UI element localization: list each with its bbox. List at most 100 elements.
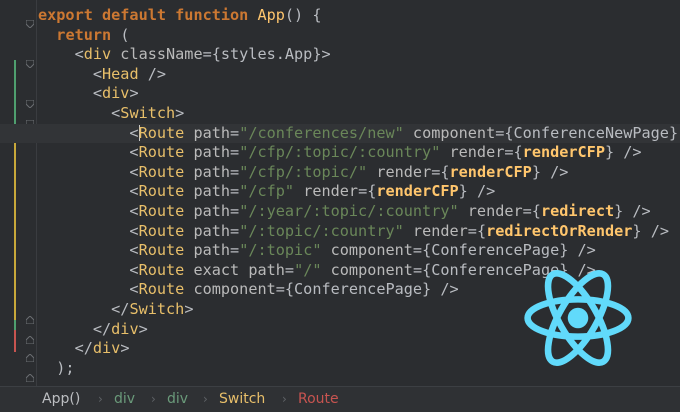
- breadcrumb-item[interactable]: Switch: [219, 387, 265, 412]
- code-token: path: [184, 221, 231, 240]
- code-token: Route: [138, 182, 185, 201]
- code-token: <: [38, 260, 139, 279]
- code-token: </: [38, 339, 93, 358]
- vcs-deleted-marker[interactable]: [14, 330, 16, 352]
- code-token: Route: [138, 143, 185, 162]
- code-line[interactable]: <div className={styles.App}>: [38, 45, 680, 65]
- code-token: path: [184, 182, 231, 201]
- code-token: path: [184, 241, 231, 260]
- code-line[interactable]: export default function App() {: [38, 6, 680, 26]
- code-line[interactable]: <Route path="/cfp" render={renderCFP} />: [38, 182, 680, 202]
- code-token: renderCFP: [449, 162, 532, 181]
- code-token: (: [111, 25, 130, 44]
- code-token: div: [102, 84, 130, 103]
- code-token: Route: [138, 162, 185, 181]
- code-token: "/:topic": [239, 241, 322, 260]
- code-token: <: [38, 45, 84, 64]
- code-token: =: [230, 221, 240, 240]
- code-token: Route: [138, 241, 185, 260]
- code-line[interactable]: <Switch>: [38, 104, 680, 124]
- fold-end-icon[interactable]: [26, 316, 34, 324]
- code-token: ={: [467, 221, 487, 240]
- fold-arrow-icon[interactable]: [26, 60, 34, 68]
- code-token: <: [38, 103, 121, 122]
- fold-end-icon[interactable]: [26, 336, 34, 344]
- code-token: "/": [294, 260, 322, 279]
- code-token: className: [111, 45, 203, 64]
- code-token: redirect: [540, 201, 615, 220]
- vcs-changed-marker[interactable]: [14, 140, 16, 320]
- code-token: <: [38, 280, 139, 299]
- code-token: <: [38, 241, 139, 260]
- code-token: <: [38, 201, 139, 220]
- code-token: Head: [102, 64, 139, 83]
- code-token: exact path: [184, 260, 285, 279]
- code-token: ={: [431, 162, 450, 181]
- breadcrumb: App() › div › div › Switch › Route: [0, 386, 680, 412]
- breadcrumb-item[interactable]: div: [167, 387, 188, 412]
- breadcrumb-item[interactable]: Route: [298, 387, 339, 412]
- chevron-right-icon: ›: [151, 392, 156, 406]
- code-token: =: [284, 260, 295, 279]
- code-token: <: [38, 123, 139, 142]
- code-token: ={ConferencePage} />: [412, 241, 596, 260]
- code-token: render: [403, 221, 468, 240]
- code-line[interactable]: <Route path="/cfp/:topic/:country" rende…: [38, 143, 680, 163]
- chevron-right-icon: ›: [98, 392, 103, 406]
- code-token: "/conferences/new": [239, 123, 404, 142]
- code-token: </: [38, 319, 112, 338]
- code-line[interactable]: <div>: [38, 84, 680, 104]
- code-token: ={: [522, 201, 541, 220]
- code-token: =: [230, 143, 240, 162]
- code-token: component: [403, 123, 496, 142]
- code-line[interactable]: <Route path="/:topic/:country" render={r…: [38, 222, 680, 242]
- code-token: ={ConferencePage} />: [275, 280, 459, 299]
- fold-arrow-icon[interactable]: [26, 100, 34, 108]
- code-token: export default function: [38, 6, 249, 24]
- editor-gutter: [0, 0, 37, 386]
- fold-arrow-icon[interactable]: [26, 20, 34, 28]
- code-token: <: [38, 143, 139, 162]
- code-token: renderCFP: [376, 182, 459, 201]
- code-token: "/:topic/:country": [239, 221, 404, 240]
- code-token: renderCFP: [522, 143, 605, 162]
- code-token: );: [38, 358, 75, 377]
- code-token: () {: [284, 6, 322, 24]
- code-token: component: [321, 260, 413, 279]
- code-token: <: [38, 84, 103, 103]
- code-token: render: [294, 182, 359, 201]
- code-editor[interactable]: export default function App() { return (…: [0, 0, 680, 386]
- code-line[interactable]: <Route path="/:year/:topic/:country" ren…: [38, 202, 680, 222]
- fold-end-icon[interactable]: [26, 354, 34, 362]
- react-logo-icon: [524, 270, 632, 366]
- code-token: redirectOrRender: [486, 221, 633, 240]
- code-token: Switch: [120, 103, 176, 122]
- code-token: ={: [504, 143, 523, 162]
- chevron-right-icon: ›: [282, 392, 287, 406]
- code-line[interactable]: <Route path="/conferences/new" component…: [0, 123, 680, 144]
- code-token: div: [111, 319, 139, 338]
- code-token: Switch: [129, 299, 185, 318]
- code-token: >: [129, 84, 139, 103]
- code-line[interactable]: <Route path="/cfp/:topic/" render={rende…: [38, 163, 680, 183]
- code-token: <: [38, 64, 103, 83]
- code-token: />: [138, 64, 167, 83]
- code-token: div: [92, 339, 121, 358]
- code-line[interactable]: <Head />: [38, 65, 680, 85]
- code-token: render: [458, 201, 523, 220]
- code-token: ={ConferenceNewPage}: [495, 123, 679, 142]
- breadcrumb-item[interactable]: div: [114, 387, 135, 412]
- code-line[interactable]: return (: [38, 26, 680, 46]
- code-token: ={: [358, 182, 377, 201]
- code-token: >: [138, 319, 148, 338]
- code-token: } />: [531, 162, 569, 181]
- code-token: =: [230, 241, 240, 260]
- breadcrumb-item[interactable]: App(): [42, 387, 80, 412]
- code-line[interactable]: <Route path="/:topic" component={Confere…: [38, 241, 680, 261]
- code-token: Route: [138, 201, 185, 220]
- fold-end-icon[interactable]: [26, 374, 34, 382]
- code-token: path: [184, 143, 231, 162]
- code-token: } />: [632, 221, 669, 240]
- code-token: } />: [458, 182, 496, 201]
